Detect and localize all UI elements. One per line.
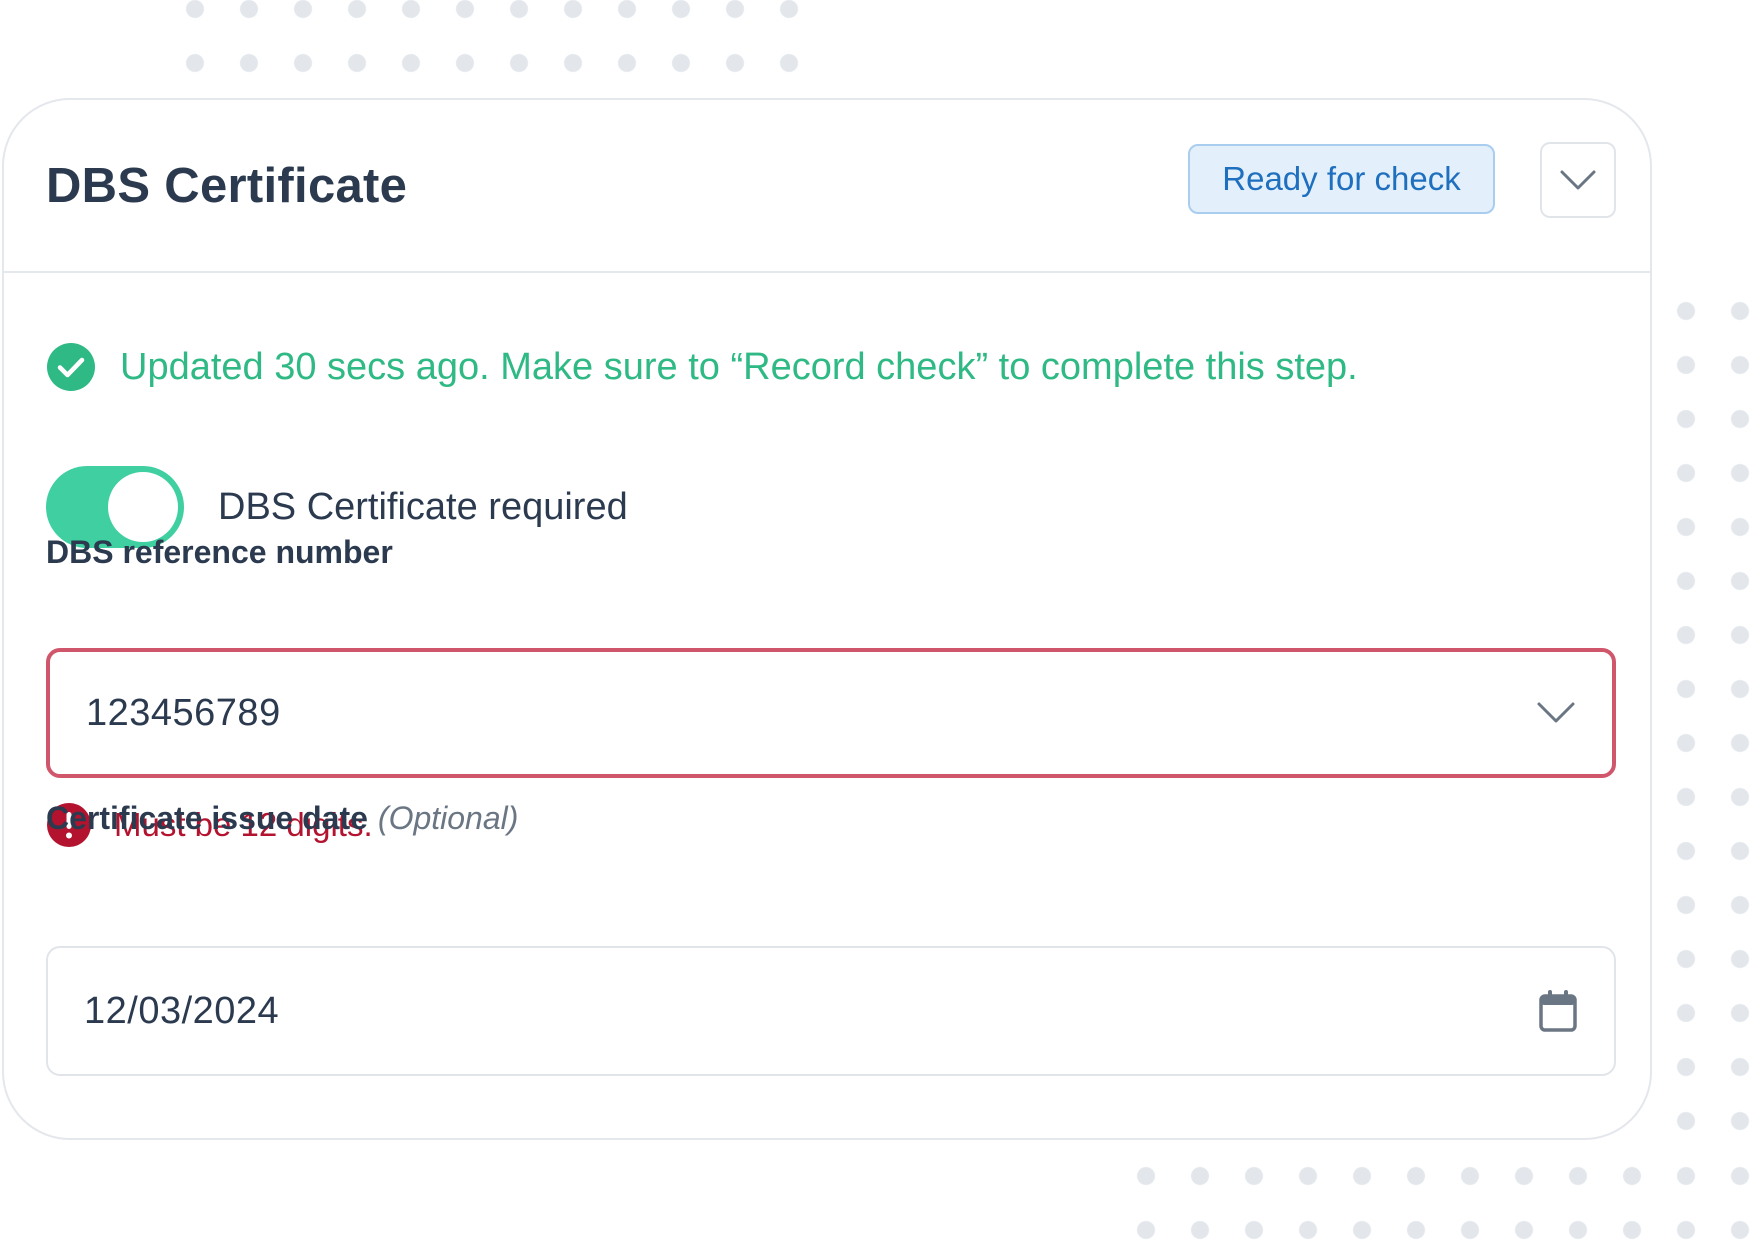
dbs-certificate-card: DBS Certificate Ready for check Updated … [2, 98, 1652, 1140]
optional-tag: (Optional) [377, 800, 519, 836]
collapse-button[interactable] [1540, 142, 1616, 218]
decorative-dot-grid-bottom [1119, 1149, 1752, 1257]
calendar-icon[interactable] [1538, 989, 1578, 1033]
issue-date-label: Certificate issue date (Optional) [46, 800, 518, 837]
toggle-label: DBS Certificate required [218, 485, 628, 528]
update-notice: Updated 30 secs ago. Make sure to “Recor… [46, 342, 1358, 392]
chevron-down-icon [1560, 170, 1596, 190]
check-circle-icon [47, 343, 95, 391]
reference-number-label: DBS reference number [46, 534, 393, 570]
status-badge: Ready for check [1188, 144, 1495, 214]
card-title: DBS Certificate [46, 159, 408, 213]
decorative-dot-grid-top [168, 0, 816, 90]
toggle-knob [108, 472, 178, 542]
issue-date-input[interactable]: 12/03/2024 [46, 946, 1616, 1076]
chevron-down-icon[interactable] [1536, 701, 1576, 725]
update-notice-text: Updated 30 secs ago. Make sure to “Recor… [120, 345, 1358, 388]
reference-number-input[interactable]: 123456789 [46, 648, 1616, 778]
issue-date-value: 12/03/2024 [84, 989, 280, 1032]
reference-number-value: 123456789 [86, 691, 281, 734]
issue-date-label-text: Certificate issue date [46, 800, 368, 836]
card-header: DBS Certificate Ready for check [4, 100, 1650, 273]
decorative-dot-grid-right [1659, 284, 1752, 1148]
